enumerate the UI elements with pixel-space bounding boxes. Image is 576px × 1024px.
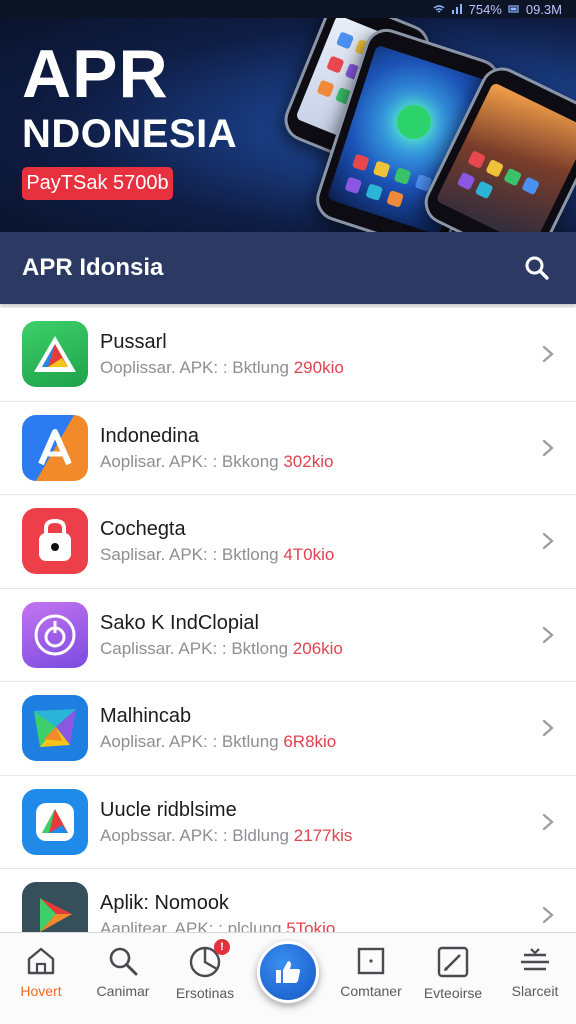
chevron-right-icon <box>528 626 568 644</box>
app-size: 5Tokio <box>286 919 336 932</box>
list-item[interactable]: Sako K IndClopial Caplissar. APK: : Bktl… <box>0 588 576 682</box>
app-subtitle: Aoplisar. APK: : Bktlung <box>100 732 279 752</box>
app-size: 206kio <box>292 638 343 658</box>
nav-item-edit[interactable]: Evteoirse <box>412 933 494 1024</box>
thumbs-up-icon <box>276 961 300 983</box>
page-title: APR Idonsia <box>22 254 164 281</box>
app-size: 290kio <box>293 358 344 378</box>
app-name: Indonedina <box>100 424 199 447</box>
nav-item-updates[interactable]: ! Ersotinas <box>164 933 246 1024</box>
nav-label: Canimar <box>96 983 150 999</box>
hero-subtitle: NDONESIA <box>22 112 238 156</box>
clock-text: 09.3M <box>525 1 562 17</box>
app-subtitle: Saplisar. APK: : Bktlong <box>100 545 279 565</box>
list-item[interactable]: Cochegta Saplisar. APK: : Bktlong 4T0kio <box>0 495 576 589</box>
nav-item-container[interactable]: Comtaner <box>330 933 412 1024</box>
app-name: Pussarl <box>100 331 167 354</box>
app-name: Cochegta <box>100 518 186 541</box>
signal-icon <box>451 4 462 14</box>
square-icon <box>357 947 385 975</box>
a-letter-icon <box>22 414 88 481</box>
list-item[interactable]: Aplik: Nomook Aaplitear. APK: : plclung … <box>0 869 576 932</box>
app-size: 302kio <box>283 451 334 471</box>
chevron-right-icon <box>528 906 568 924</box>
nav-item-search[interactable]: Canimar <box>82 933 164 1024</box>
play-arrow-icon <box>22 882 88 932</box>
drive-triangle-icon <box>22 788 88 855</box>
chevron-right-icon <box>528 719 568 737</box>
nav-label: Ersotinas <box>175 985 235 1001</box>
nav-item-home[interactable]: Hovert <box>0 933 82 1024</box>
list-item[interactable]: Pussarl Ooplissar. APK: : Bktlung 290kio <box>0 308 576 402</box>
chevron-right-icon <box>528 813 568 831</box>
wifi-icon <box>433 5 445 13</box>
battery-text: 754% <box>468 1 502 17</box>
bottom-nav: Hovert Canimar ! Ersotinas Comtaner Evte… <box>0 932 576 1024</box>
target-circle-icon <box>22 601 88 668</box>
app-name: Malhincab <box>100 705 192 728</box>
app-subtitle: Aaplitear. APK: : plclung <box>100 919 282 932</box>
chevron-right-icon <box>528 345 568 363</box>
app-subtitle: Caplissar. APK: : Bktlong <box>100 638 289 658</box>
colorful-fold-icon <box>22 695 88 762</box>
center-action-button[interactable] <box>257 941 319 1003</box>
app-name: Uucle ridblsime <box>100 798 237 821</box>
list-item[interactable]: Uucle ridblsime Aopbssar. APK: : Bldlung… <box>0 775 576 869</box>
chevron-right-icon <box>528 532 568 550</box>
search-button[interactable] <box>520 251 554 285</box>
home-icon <box>27 947 55 975</box>
chevron-right-icon <box>528 439 568 457</box>
app-subtitle: Aoplisar. APK: : Bkkong <box>100 451 279 471</box>
list-item[interactable]: Malhincab Aoplisar. APK: : Bktlung 6R8ki… <box>0 682 576 776</box>
layers-icon <box>521 948 549 971</box>
app-subtitle: Ooplissar. APK: : Bktlung <box>100 358 289 378</box>
battery-icon <box>508 5 519 13</box>
app-name: Aplik: Nomook <box>100 892 229 915</box>
list-item[interactable]: Indonedina Aoplisar. APK: : Bkkong 302ki… <box>0 401 576 495</box>
drive-triangle-icon <box>22 321 88 388</box>
app-header: APR Idonsia <box>0 232 576 304</box>
nav-label: Slarceit <box>511 983 559 999</box>
edit-icon <box>437 946 469 978</box>
app-size: 2177kis <box>293 825 353 845</box>
app-subtitle: Aopbssar. APK: : Bldlung <box>100 825 290 845</box>
nav-center <box>246 933 330 1024</box>
search-icon <box>109 947 138 976</box>
hero-title: APR <box>22 36 169 112</box>
app-size: 4T0kio <box>283 545 335 565</box>
notification-badge: ! <box>214 939 230 955</box>
app-name: Sako K IndClopial <box>100 611 259 634</box>
status-bar: 754% 09.3M <box>0 0 576 18</box>
nav-label: Comtaner <box>340 983 402 999</box>
hero-banner[interactable]: APR NDONESIA PayTSak 5700b <box>0 0 576 232</box>
nav-label: Hovert <box>20 983 62 999</box>
app-list[interactable]: Pussarl Ooplissar. APK: : Bktlung 290kio… <box>0 308 576 932</box>
hero-promo-badge[interactable]: PayTSak 5700b <box>22 167 173 200</box>
lock-bag-icon <box>22 508 88 575</box>
nav-item-layers[interactable]: Slarceit <box>494 933 576 1024</box>
app-size: 6R8kio <box>283 732 337 752</box>
search-icon <box>525 256 549 280</box>
nav-label: Evteoirse <box>423 985 483 1001</box>
